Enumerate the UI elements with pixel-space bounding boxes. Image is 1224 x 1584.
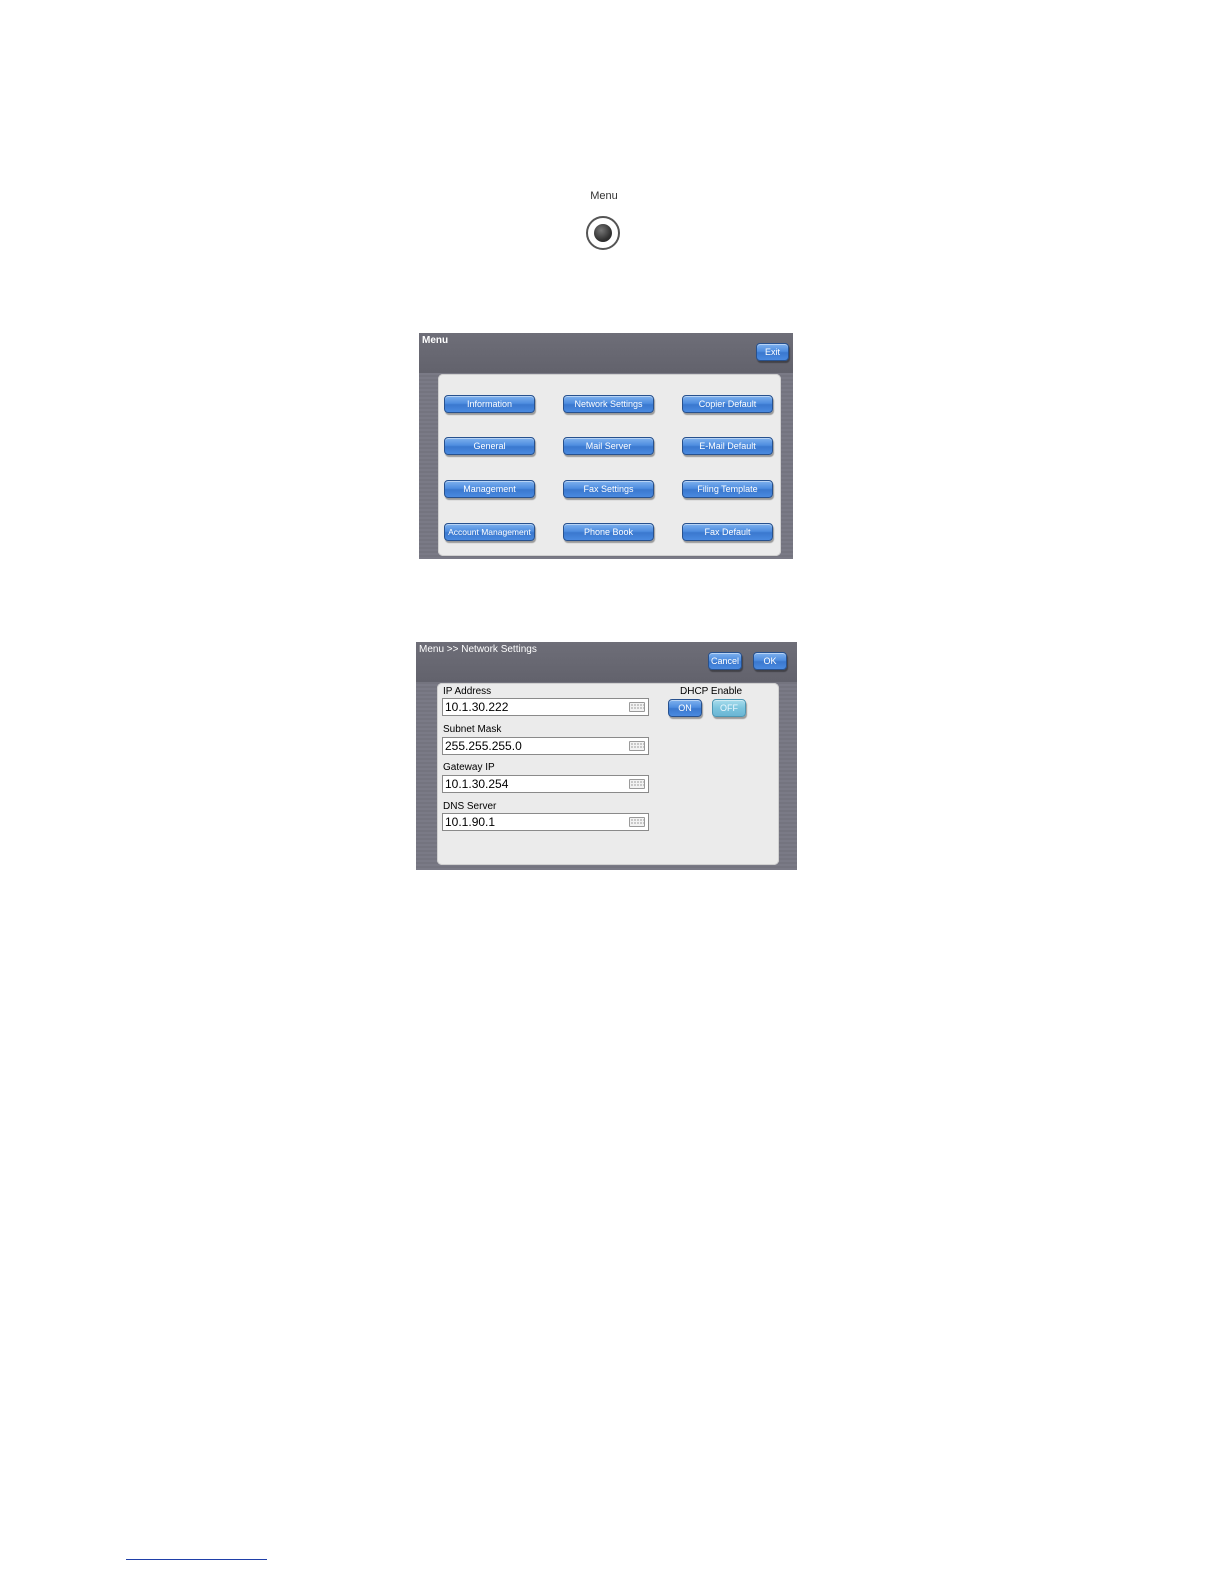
management-button[interactable]: Management [444, 480, 535, 498]
network-header: Menu >> Network Settings Cancel OK [416, 642, 797, 682]
general-button[interactable]: General [444, 437, 535, 455]
subnet-mask-value: 255.255.255.0 [445, 739, 522, 753]
subnet-mask-label: Subnet Mask [443, 724, 502, 735]
menu-screen: Menu Exit Information Network Settings C… [419, 333, 793, 559]
dns-server-label: DNS Server [443, 801, 497, 812]
ip-address-value: 10.1.30.222 [445, 700, 509, 714]
ip-address-label: IP Address [443, 686, 492, 697]
network-settings-button[interactable]: Network Settings [563, 395, 654, 413]
fax-settings-button[interactable]: Fax Settings [563, 480, 654, 498]
breadcrumb: Menu >> Network Settings [419, 644, 537, 655]
gateway-ip-value: 10.1.30.254 [445, 777, 509, 791]
copier-default-button[interactable]: Copier Default [682, 395, 773, 413]
menu-hard-key[interactable] [586, 216, 620, 250]
keyboard-icon[interactable] [629, 741, 645, 751]
keyboard-icon[interactable] [629, 817, 645, 827]
gateway-ip-label: Gateway IP [443, 762, 495, 773]
subnet-mask-input[interactable]: 255.255.255.0 [442, 737, 649, 755]
menu-key-label: Menu [590, 190, 618, 202]
network-settings-screen: Menu >> Network Settings Cancel OK IP Ad… [416, 642, 797, 870]
cancel-button[interactable]: Cancel [708, 652, 742, 670]
fax-default-button[interactable]: Fax Default [682, 523, 773, 541]
email-default-button[interactable]: E-Mail Default [682, 437, 773, 455]
gateway-ip-input[interactable]: 10.1.30.254 [442, 775, 649, 793]
round-button-icon [594, 224, 612, 242]
menu-panel: Information Network Settings Copier Defa… [438, 374, 781, 556]
mail-server-button[interactable]: Mail Server [563, 437, 654, 455]
dns-server-input[interactable]: 10.1.90.1 [442, 813, 649, 831]
menu-title: Menu [422, 335, 449, 346]
menu-header: Menu Exit [419, 333, 793, 373]
ip-address-input[interactable]: 10.1.30.222 [442, 698, 649, 716]
exit-button[interactable]: Exit [756, 343, 789, 361]
keyboard-icon[interactable] [629, 779, 645, 789]
network-panel: IP Address 10.1.30.222 Subnet Mask 255.2… [437, 683, 779, 865]
filing-template-button[interactable]: Filing Template [682, 480, 773, 498]
dhcp-enable-label: DHCP Enable [680, 686, 743, 697]
account-management-button[interactable]: Account Management [444, 523, 535, 541]
phone-book-button[interactable]: Phone Book [563, 523, 654, 541]
dhcp-off-button[interactable]: OFF [712, 699, 746, 717]
ok-button[interactable]: OK [753, 652, 787, 670]
footer-rule [126, 1559, 267, 1560]
dhcp-on-button[interactable]: ON [668, 699, 702, 717]
keyboard-icon[interactable] [629, 702, 645, 712]
information-button[interactable]: Information [444, 395, 535, 413]
dns-server-value: 10.1.90.1 [445, 815, 496, 829]
